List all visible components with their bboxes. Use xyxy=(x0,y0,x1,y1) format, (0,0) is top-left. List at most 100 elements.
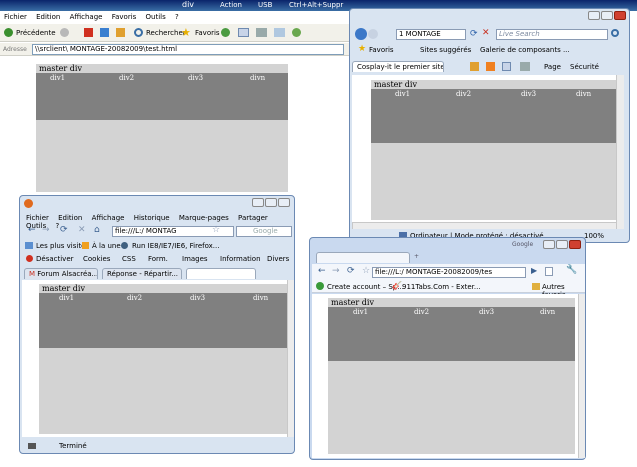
chrome-vertical-scrollbar[interactable] xyxy=(578,294,585,458)
refresh-icon[interactable]: ⟳ xyxy=(470,29,478,39)
ff-menu-fichier[interactable]: Fichier xyxy=(26,214,49,222)
wrench-icon[interactable]: 🔧 xyxy=(566,265,577,275)
home-icon[interactable] xyxy=(116,28,125,37)
star-icon[interactable]: ★ xyxy=(181,26,191,39)
ie8-horizontal-scrollbar[interactable] xyxy=(352,222,616,229)
ie8-safety-menu[interactable]: Sécurité xyxy=(570,63,599,71)
maximize-button[interactable] xyxy=(265,198,277,207)
ie8-fav-suggested[interactable]: Sites suggérés xyxy=(420,46,471,54)
minimize-button[interactable] xyxy=(543,240,555,249)
taskbar-item-action[interactable]: Action xyxy=(220,1,242,9)
webdev-images[interactable]: Images xyxy=(182,255,208,263)
div2-label: div2 xyxy=(414,308,430,316)
print-icon[interactable] xyxy=(256,28,267,37)
divn-label: divn xyxy=(250,74,266,82)
ff-bookmark-headlines[interactable]: À la une xyxy=(92,242,121,250)
ie8-address-input[interactable]: 1 MONTAGE xyxy=(396,29,466,40)
play-icon[interactable]: ▶ xyxy=(531,266,537,275)
ie8-page-menu[interactable]: Page xyxy=(544,63,561,71)
ie8-window-controls xyxy=(587,11,626,22)
feed-icon[interactable] xyxy=(486,62,495,71)
home-icon[interactable] xyxy=(470,62,479,71)
ie6-favorites-button[interactable]: Favoris xyxy=(195,29,220,37)
minimize-button[interactable] xyxy=(252,198,264,207)
ie6-menu-favoris[interactable]: Favoris xyxy=(112,13,137,21)
ff-menu-historique[interactable]: Historique xyxy=(134,214,170,222)
webdev-forms[interactable]: Form. xyxy=(148,255,168,263)
reload-icon[interactable]: ⟳ xyxy=(347,266,355,276)
messenger-icon[interactable] xyxy=(292,28,301,37)
back-icon[interactable]: ← xyxy=(28,225,36,235)
search-icon[interactable] xyxy=(134,28,143,37)
mail-icon[interactable] xyxy=(502,62,511,71)
mail-icon[interactable] xyxy=(238,28,249,37)
webdev-css[interactable]: CSS xyxy=(122,255,136,263)
ie6-address-input[interactable]: \\srclient\ MONTAGE-20082009\test.html xyxy=(32,44,344,55)
ie6-menu-help[interactable]: ? xyxy=(175,13,179,21)
back-icon[interactable] xyxy=(355,28,367,40)
ie8-favorites-button[interactable]: Favoris xyxy=(369,46,394,54)
webdev-information[interactable]: Information xyxy=(220,255,261,263)
taskbar-item-usb[interactable]: USB xyxy=(258,1,272,9)
firefox-search-input[interactable]: Google xyxy=(236,226,292,237)
minimize-button[interactable] xyxy=(588,11,600,20)
close-button[interactable] xyxy=(278,198,290,207)
ie6-search-button[interactable]: Rechercher xyxy=(146,29,186,37)
chrome-tab[interactable] xyxy=(316,252,410,263)
forward-icon[interactable]: → xyxy=(42,225,50,235)
history-icon[interactable] xyxy=(221,28,230,37)
ff-vertical-scrollbar[interactable] xyxy=(287,280,294,437)
maximize-button[interactable] xyxy=(556,240,568,249)
stop-icon[interactable] xyxy=(84,28,93,37)
ff-menu-marque-pages[interactable]: Marque-pages xyxy=(179,214,229,222)
taskbar-item-ctrl-alt-del[interactable]: Ctrl+Alt+Suppr xyxy=(289,1,343,9)
ie8-zoom[interactable]: 100% xyxy=(584,232,604,240)
ie8-fav-gallery[interactable]: Galerie de composants ... xyxy=(480,46,570,54)
gmail-icon: M xyxy=(29,270,36,278)
reload-icon[interactable]: ⟳ xyxy=(60,225,68,235)
refresh-icon[interactable] xyxy=(100,28,109,37)
new-tab-icon[interactable]: + xyxy=(414,253,419,260)
maximize-button[interactable] xyxy=(601,11,613,20)
forward-icon[interactable] xyxy=(60,28,69,37)
ie8-tab-cosplay[interactable]: Cosplay-it le premier site... xyxy=(352,61,444,72)
ie6-menu-outils[interactable]: Outils xyxy=(146,13,166,21)
forward-icon[interactable] xyxy=(368,29,378,39)
ie8-vertical-scrollbar[interactable] xyxy=(616,75,624,229)
ie6-back-button[interactable]: Précédente xyxy=(16,29,56,37)
chrome-omnibox[interactable]: file:///L:/ MONTAGE-20082009/tes xyxy=(372,267,526,278)
ff-tab-active[interactable] xyxy=(186,268,256,279)
webdev-cookies[interactable]: Cookies xyxy=(83,255,110,263)
webdev-misc[interactable]: Divers xyxy=(267,255,289,263)
ff-bookmark-run-ie[interactable]: Run IE8/IE7/IE6, Firefox... xyxy=(132,242,219,250)
ff-tab-forum[interactable]: M Forum Alsacréa... xyxy=(24,268,98,279)
bookmark-star-icon[interactable]: ☆ xyxy=(212,225,220,235)
edit-icon[interactable] xyxy=(274,28,285,37)
ff-tab-reponse[interactable]: Réponse - Répartir... xyxy=(102,268,182,279)
ff-menu-partager[interactable]: Partager xyxy=(238,214,268,222)
back-icon[interactable]: ← xyxy=(318,266,326,276)
ie8-search-input[interactable]: Live Search xyxy=(496,29,608,40)
bookmark-star-icon[interactable]: ☆ xyxy=(362,266,370,276)
close-button[interactable] xyxy=(569,240,581,249)
close-button[interactable] xyxy=(614,11,626,20)
div3-label: div3 xyxy=(188,74,204,82)
folder-icon xyxy=(532,283,540,290)
webdev-disable[interactable]: Désactiver xyxy=(36,255,74,263)
stop-icon[interactable]: ✕ xyxy=(78,225,86,235)
page-menu-icon[interactable] xyxy=(545,267,553,276)
ff-status-text: Terminé xyxy=(59,442,87,450)
back-icon[interactable] xyxy=(4,28,13,37)
ff-menu-edition[interactable]: Edition xyxy=(58,214,82,222)
ie6-menu-fichier[interactable]: Fichier xyxy=(4,13,27,21)
ie6-menu-affichage[interactable]: Affichage xyxy=(70,13,103,21)
home-icon[interactable]: ⌂ xyxy=(94,225,100,235)
firefox-search-placeholder: Google xyxy=(253,227,278,235)
forward-icon[interactable]: → xyxy=(332,266,340,276)
search-icon[interactable] xyxy=(611,29,619,37)
print-icon[interactable] xyxy=(520,62,530,71)
ie6-menu-edition[interactable]: Edition xyxy=(36,13,60,21)
stop-icon[interactable]: ✕ xyxy=(482,28,490,38)
ff-menu-affichage[interactable]: Affichage xyxy=(92,214,125,222)
chrome-bookmark-911tabs[interactable]: 911Tabs.Com - Exter... xyxy=(402,283,481,291)
